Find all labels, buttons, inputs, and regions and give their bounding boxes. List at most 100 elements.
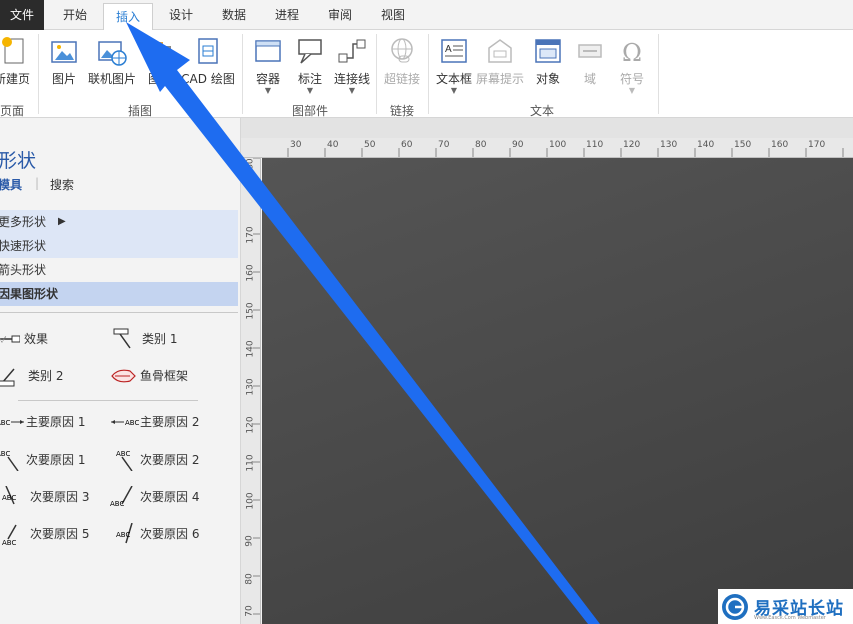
- shape-category-1[interactable]: 类别 1: [112, 327, 177, 351]
- tab-file[interactable]: 文件: [0, 0, 44, 30]
- primary-cause-icon: ABC: [0, 411, 24, 433]
- library-label: 箭头形状: [0, 263, 47, 277]
- tab-home[interactable]: 开始: [50, 0, 100, 30]
- shape-secondary-cause-4[interactable]: ABC 次要原因 4: [110, 485, 199, 509]
- new-page-button[interactable]: 新建页: [0, 36, 36, 98]
- shape-label: 次要原因 3: [30, 490, 90, 504]
- screentip-button[interactable]: 屏幕提示: [474, 36, 526, 98]
- ruler-tick-label: 80: [475, 140, 487, 150]
- shape-secondary-cause-3[interactable]: ABC 次要原因 3: [0, 485, 89, 509]
- ruler-tick-label: 30: [290, 140, 302, 150]
- tab-process[interactable]: 进程: [262, 0, 312, 30]
- secondary-cause-icon: ABC: [110, 485, 136, 508]
- hyperlink-label: 超链接: [383, 72, 420, 86]
- tab-stencils[interactable]: 模具: [0, 176, 22, 193]
- symbol-button[interactable]: Ω 符号 ▼: [608, 36, 656, 98]
- textbox-icon: A: [439, 36, 469, 66]
- field-label: 域: [583, 72, 596, 86]
- chevron-down-icon: ▼: [450, 86, 458, 95]
- group-illustrations-label: 插图: [127, 104, 152, 118]
- watermark-subtext: Www.Easck.Com Webmaster: [754, 615, 826, 621]
- cad-drawing-button[interactable]: CAD 绘图: [180, 36, 236, 98]
- shape-fishbone-frame[interactable]: 鱼骨框架: [110, 364, 188, 388]
- omega-icon: Ω: [617, 36, 647, 67]
- library-cause-effect-shapes[interactable]: 因果图形状: [0, 282, 238, 306]
- divider: [242, 34, 243, 114]
- ruler-tick-label: 100: [549, 140, 567, 150]
- shape-secondary-cause-6[interactable]: ABC 次要原因 6: [110, 522, 199, 546]
- effect-icon: [0, 328, 21, 350]
- shape-primary-cause-2[interactable]: ABC 主要原因 2: [110, 410, 199, 434]
- tab-view[interactable]: 视图: [368, 0, 418, 30]
- tab-review[interactable]: 审阅: [315, 0, 365, 30]
- online-picture-button[interactable]: 联机图片: [86, 36, 138, 98]
- new-page-icon: [0, 36, 27, 66]
- divider: [38, 34, 39, 114]
- shape-secondary-cause-2[interactable]: ABC 次要原因 2: [110, 448, 199, 472]
- library-arrow-shapes[interactable]: 箭头形状: [0, 258, 238, 282]
- tab-insert[interactable]: 插入: [103, 3, 153, 31]
- collapse-icon[interactable]: ‹: [222, 148, 228, 164]
- ruler-tick-label: 120: [623, 140, 641, 150]
- connector-button[interactable]: 连接线 ▼: [328, 36, 376, 98]
- cad-drawing-icon: [193, 36, 223, 66]
- screentip-icon: [485, 36, 515, 66]
- library-label: 因果图形状: [0, 287, 59, 301]
- shape-effect[interactable]: 效果: [0, 327, 48, 351]
- secondary-cause-icon: ABC: [0, 485, 26, 508]
- tab-data[interactable]: 数据: [209, 0, 259, 30]
- shape-secondary-cause-1[interactable]: ABC 次要原因 1: [0, 448, 85, 472]
- shape-label: 次要原因 6: [140, 527, 200, 541]
- symbol-label: 符号: [619, 72, 644, 86]
- picture-button[interactable]: 图片: [40, 36, 88, 98]
- screentip-label: 屏幕提示: [475, 72, 524, 86]
- ruler-tick-label: 170: [245, 226, 256, 244]
- ruler-tick-label: 130: [245, 378, 256, 396]
- object-label: 对象: [535, 72, 560, 86]
- library-more-shapes[interactable]: 更多形状 ▶: [0, 210, 238, 234]
- field-icon: [575, 36, 605, 66]
- callout-button[interactable]: 标注 ▼: [286, 36, 334, 98]
- primary-cause-icon: ABC: [110, 411, 139, 433]
- hyperlink-button[interactable]: 超链接: [378, 36, 426, 98]
- svg-text:ABC: ABC: [116, 450, 130, 458]
- ruler-tick-label: 140: [697, 140, 715, 150]
- fishbone-icon: [110, 365, 136, 387]
- group-diagram-parts-label: 图部件: [291, 104, 328, 118]
- ribbon: 新建页 页面 图片 联机图片 图表 CAD 绘图 插图 容器 ▼: [0, 30, 853, 118]
- shape-secondary-cause-5[interactable]: ABC 次要原因 5: [0, 522, 89, 547]
- shape-primary-cause-1[interactable]: ABC 主要原因 1: [0, 410, 85, 434]
- online-picture-icon: [97, 36, 127, 66]
- panel-title: 形状: [0, 150, 37, 172]
- chevron-down-icon: ▼: [264, 86, 272, 95]
- watermark-logo-icon: [722, 593, 748, 620]
- ruler-tick-label: 150: [245, 302, 256, 320]
- secondary-cause-icon: ABC: [110, 449, 136, 472]
- drawing-canvas[interactable]: [262, 158, 853, 624]
- shape-category-2[interactable]: 类别 2: [0, 364, 63, 388]
- divider: [0, 312, 238, 313]
- hyperlink-icon: [387, 36, 417, 66]
- tab-design[interactable]: 设计: [156, 0, 206, 30]
- chevron-right-icon: ▶: [58, 216, 66, 227]
- shapes-panel: 形状 ‹ 模具 | 搜索 更多形状 ▶ 快速形状 箭头形状 因果图形状 效果 类…: [0, 118, 241, 624]
- shape-label: 主要原因 2: [140, 415, 200, 429]
- container-button[interactable]: 容器 ▼: [244, 36, 292, 98]
- svg-text:ABC: ABC: [0, 419, 10, 427]
- tab-search[interactable]: 搜索: [50, 176, 74, 193]
- connector-icon: [337, 36, 367, 66]
- svg-text:ABC: ABC: [110, 500, 124, 508]
- shape-label: 鱼骨框架: [140, 369, 189, 383]
- object-button[interactable]: 对象: [524, 36, 572, 98]
- field-button[interactable]: 域: [566, 36, 614, 98]
- shape-label: 类别 1: [142, 332, 178, 346]
- chart-label: 图表: [147, 72, 172, 86]
- textbox-button[interactable]: A 文本框 ▼: [430, 36, 478, 98]
- shape-label: 类别 2: [28, 369, 64, 383]
- ruler-tick-label: 50: [364, 140, 376, 150]
- chart-button[interactable]: 图表: [136, 36, 184, 98]
- ruler-tick-label: 120: [245, 416, 256, 434]
- category-icon: [0, 365, 24, 387]
- library-quick-shapes[interactable]: 快速形状: [0, 234, 238, 258]
- shape-label: 次要原因 1: [26, 453, 86, 467]
